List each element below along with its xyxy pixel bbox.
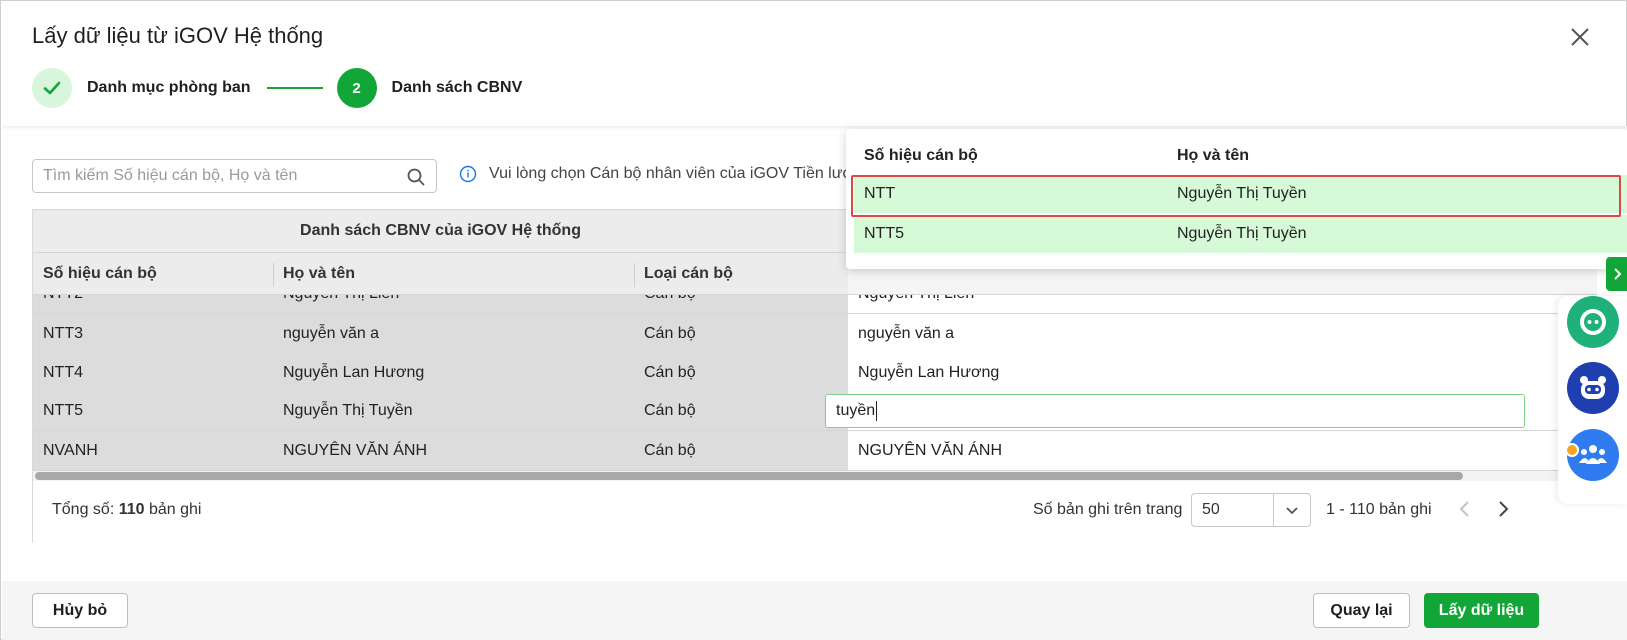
- cell-name: nguyễn văn a: [273, 314, 634, 354]
- mapped-employee-input[interactable]: tuyền: [825, 394, 1525, 428]
- dropdown-header-name: Họ và tên: [1177, 147, 1250, 164]
- cell-mapped[interactable]: NGUYÊN VĂN ÁNH: [848, 431, 1597, 471]
- option-code: NTT: [864, 185, 896, 202]
- column-separator[interactable]: [634, 263, 635, 287]
- table-body: NTT2 Nguyễn Thị Liên Cán bộ Nguyễn Thị L…: [33, 295, 1597, 471]
- cell-type: Cán bộ: [634, 431, 848, 471]
- cell-code: NTT5: [33, 391, 273, 431]
- cell-type: Cán bộ: [634, 314, 848, 354]
- step-connector: [266, 87, 323, 89]
- cell-name: Nguyễn Lan Hương: [273, 353, 634, 393]
- cancel-button[interactable]: Hủy bỏ: [32, 593, 128, 628]
- dialog-title: Lấy dữ liệu từ iGOV Hệ thống: [32, 23, 324, 48]
- option-name: Nguyễn Thị Tuyền: [1177, 225, 1307, 242]
- info-text: Vui lòng chọn Cán bộ nhân viên của iGOV …: [489, 165, 853, 182]
- cell-type: Cán bộ: [634, 353, 848, 393]
- cell-code: NTT3: [33, 314, 273, 354]
- total-records: Tổng số: 110 bản ghi: [52, 501, 201, 519]
- table-row[interactable]: NVANH NGUYÊN VĂN ÁNH Cán bộ NGUYÊN VĂN Á…: [33, 431, 1597, 471]
- total-prefix: Tổng số:: [52, 501, 115, 518]
- step-active-indicator: 2: [336, 68, 377, 108]
- search-field[interactable]: [32, 159, 437, 193]
- column-separator[interactable]: [273, 263, 274, 287]
- table-row[interactable]: NTT3 nguyễn văn a Cán bộ nguyễn văn a: [33, 314, 1597, 354]
- table-footer: Tổng số: 110 bản ghi Số bản ghi trên tra…: [33, 481, 1597, 543]
- employee-autocomplete-dropdown: Số hiệu cán bộ Họ và tên NTT Nguyễn Thị …: [846, 129, 1627, 269]
- total-suffix: bản ghi: [148, 501, 202, 518]
- floating-tools: [1558, 296, 1627, 504]
- import-dialog: Lấy dữ liệu từ iGOV Hệ thống Danh mục ph…: [0, 0, 1627, 640]
- stepper: Danh mục phòng ban 2 Danh sách CBNV: [32, 67, 522, 109]
- search-input[interactable]: [33, 160, 383, 192]
- mapped-employee-input-value: tuyền: [836, 402, 876, 419]
- dropdown-header-code: Số hiệu cán bộ: [864, 147, 978, 164]
- cell-code: NTT2: [33, 295, 273, 314]
- per-page-select[interactable]: 50: [1191, 493, 1311, 527]
- option-name: Nguyễn Thị Tuyền: [1177, 185, 1307, 202]
- chevron-down-icon[interactable]: [1272, 494, 1310, 526]
- cell-mapped[interactable]: Nguyễn Lan Hương: [848, 353, 1597, 393]
- cell-code: NVANH: [33, 431, 273, 471]
- search-icon[interactable]: [406, 167, 426, 187]
- cell-type: Cán bộ: [634, 295, 848, 314]
- total-count: 110: [118, 501, 145, 518]
- text-caret: [876, 401, 878, 421]
- cell-code: NTT4: [33, 353, 273, 393]
- dropdown-option[interactable]: NTT Nguyễn Thị Tuyền: [854, 175, 1627, 213]
- option-code: NTT5: [864, 225, 904, 242]
- check-icon: [43, 81, 61, 95]
- column-header-code[interactable]: Số hiệu cán bộ: [33, 253, 273, 295]
- cell-name: NGUYÊN VĂN ÁNH: [273, 431, 634, 471]
- column-header-type[interactable]: Loại cán bộ: [634, 253, 848, 295]
- table-group-header: Danh sách CBNV của iGOV Hệ thống: [33, 210, 848, 253]
- chevron-right-icon: [1614, 268, 1622, 280]
- page-range: 1 - 110 bản ghi: [1326, 501, 1432, 518]
- next-page-icon[interactable]: [1489, 495, 1517, 523]
- info-icon: [459, 165, 477, 183]
- side-panel-toggle[interactable]: [1606, 257, 1627, 291]
- column-header-name[interactable]: Họ và tên: [273, 253, 634, 295]
- cell-mapped[interactable]: nguyễn văn a: [848, 314, 1597, 354]
- notification-dot: [1565, 443, 1579, 457]
- table-row[interactable]: NTT4 Nguyễn Lan Hương Cán bộ Nguyễn Lan …: [33, 353, 1597, 393]
- step-label-employees: Danh sách CBNV: [391, 79, 523, 96]
- cell-name: Nguyễn Thị Tuyền: [273, 391, 634, 431]
- table-row[interactable]: NTT5 Nguyễn Thị Tuyền Cán bộ tuyền: [33, 391, 1597, 431]
- cell-mapped[interactable]: Nguyễn Thị Liên: [848, 295, 1597, 314]
- per-page-value: 50: [1202, 501, 1220, 518]
- close-icon[interactable]: [1566, 23, 1594, 51]
- scrollbar-thumb[interactable]: [35, 472, 1463, 480]
- previous-page-icon[interactable]: [1451, 495, 1479, 523]
- info-message: Vui lòng chọn Cán bộ nhân viên của iGOV …: [459, 165, 853, 183]
- cell-type: Cán bộ: [634, 391, 848, 431]
- step-label-departments: Danh mục phòng ban: [87, 79, 251, 96]
- per-page-label: Số bản ghi trên trang: [1033, 501, 1183, 518]
- horizontal-scrollbar[interactable]: [33, 471, 1597, 481]
- dropdown-option[interactable]: NTT5 Nguyễn Thị Tuyền: [854, 215, 1627, 253]
- table-row[interactable]: NTT2 Nguyễn Thị Liên Cán bộ Nguyễn Thị L…: [33, 295, 1597, 314]
- step-done-indicator: [32, 68, 72, 108]
- fetch-data-button[interactable]: Lấy dữ liệu: [1424, 593, 1539, 628]
- chat-bot-icon[interactable]: [1567, 296, 1619, 348]
- assistant-robot-icon[interactable]: [1567, 362, 1619, 414]
- cell-name: Nguyễn Thị Liên: [273, 295, 634, 314]
- back-button[interactable]: Quay lại: [1313, 593, 1410, 628]
